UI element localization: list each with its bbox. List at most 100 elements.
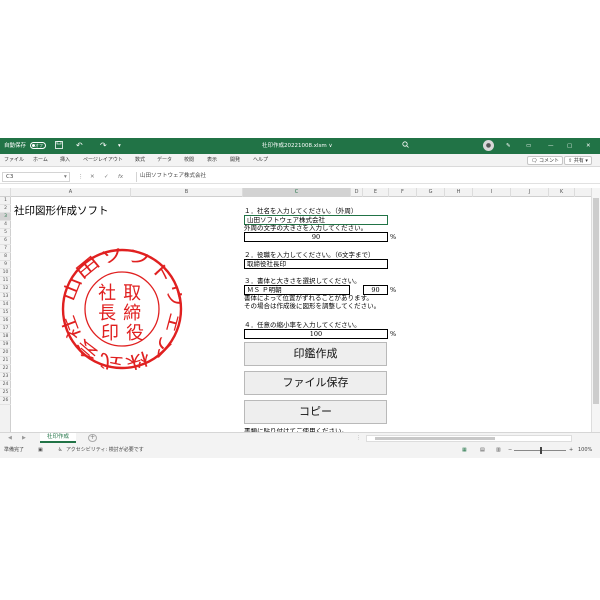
- namebox-dropdown-icon[interactable]: ▾: [64, 173, 67, 181]
- tab-page-layout[interactable]: ページレイアウト: [83, 157, 123, 164]
- horizontal-scroll-thumb[interactable]: [375, 437, 495, 440]
- column-header-c[interactable]: C: [243, 188, 351, 197]
- undo-icon[interactable]: ↶: [76, 141, 83, 151]
- comment-button[interactable]: 🗨 コメント: [527, 156, 563, 165]
- percent-unit: %: [390, 330, 397, 338]
- name-box[interactable]: C3: [2, 172, 70, 182]
- close-icon[interactable]: ✕: [586, 141, 591, 151]
- ribbon-display-icon[interactable]: ▭: [526, 141, 531, 151]
- row-header[interactable]: 5: [0, 229, 11, 237]
- zoom-in-icon[interactable]: +: [569, 447, 573, 454]
- pen-icon[interactable]: ✎: [506, 141, 511, 151]
- page-layout-view-icon[interactable]: ▤: [480, 447, 485, 454]
- font-note-1: 書体によって位置がずれることがあります。: [244, 294, 373, 302]
- row-header[interactable]: 21: [0, 357, 11, 365]
- tab-insert[interactable]: 挿入: [60, 157, 70, 164]
- column-header-e[interactable]: E: [363, 188, 389, 197]
- row-header[interactable]: 26: [0, 397, 11, 405]
- zoom-slider-knob[interactable]: [540, 447, 542, 454]
- add-sheet-button[interactable]: +: [88, 434, 97, 442]
- tab-home[interactable]: ホーム: [33, 157, 48, 164]
- customize-qat-icon[interactable]: ▾: [118, 141, 121, 151]
- column-header-i[interactable]: I: [473, 188, 511, 197]
- redo-icon[interactable]: ↷: [100, 141, 107, 151]
- row-header[interactable]: 10: [0, 269, 11, 277]
- row-header[interactable]: 15: [0, 309, 11, 317]
- macro-record-icon[interactable]: ▣: [38, 447, 43, 454]
- row-header[interactable]: 18: [0, 333, 11, 341]
- normal-view-icon[interactable]: ▦: [462, 447, 467, 454]
- create-seal-button[interactable]: 印鑑作成: [244, 342, 387, 366]
- zoom-out-icon[interactable]: −: [508, 447, 512, 454]
- row-header[interactable]: 1: [0, 197, 11, 205]
- tab-split-handle[interactable]: ⋮: [356, 435, 361, 442]
- row-header[interactable]: 6: [0, 237, 11, 245]
- sheet-next-icon[interactable]: ▶: [22, 435, 26, 442]
- row-header[interactable]: 19: [0, 341, 11, 349]
- accessibility-status[interactable]: アクセシビリティ: 検討が必要です: [66, 447, 144, 454]
- column-header-k[interactable]: K: [549, 188, 575, 197]
- row-header[interactable]: 11: [0, 277, 11, 285]
- horizontal-scrollbar[interactable]: [366, 435, 572, 442]
- tab-help[interactable]: ヘルプ: [253, 157, 268, 164]
- copy-button[interactable]: コピー: [244, 400, 387, 424]
- save-file-button[interactable]: ファイル保存: [244, 371, 387, 395]
- column-header-a[interactable]: A: [11, 188, 131, 197]
- confirm-icon[interactable]: ✓: [104, 173, 109, 181]
- cancel-icon[interactable]: ✕: [90, 173, 95, 181]
- maximize-icon[interactable]: ▢: [567, 141, 572, 151]
- minimize-icon[interactable]: —: [548, 141, 554, 151]
- tab-file[interactable]: ファイル: [4, 157, 24, 164]
- column-header-j[interactable]: J: [511, 188, 549, 197]
- vertical-scrollbar[interactable]: [591, 188, 600, 458]
- seal-outer-text: 山田ソフトウェア株式会社: [61, 248, 183, 370]
- column-header-d[interactable]: D: [351, 188, 363, 197]
- save-icon[interactable]: [55, 141, 63, 151]
- autosave-toggle[interactable]: オフ: [30, 142, 46, 149]
- tab-data[interactable]: データ: [157, 157, 172, 164]
- row-header[interactable]: 16: [0, 317, 11, 325]
- worksheet-grid[interactable]: 社印図形作成ソフト 山田ソフトウェア株式会社 取 締 役 社 長 印: [11, 197, 591, 458]
- row-header[interactable]: 17: [0, 325, 11, 333]
- tab-formulas[interactable]: 数式: [135, 157, 145, 164]
- row-header[interactable]: 22: [0, 365, 11, 373]
- seal-inner-ring: [84, 271, 160, 347]
- row-header[interactable]: 25: [0, 389, 11, 397]
- insert-function-icon[interactable]: fx: [118, 173, 123, 181]
- scale-input[interactable]: 100: [244, 329, 388, 339]
- row-header[interactable]: 8: [0, 253, 11, 261]
- row-header[interactable]: 4: [0, 221, 11, 229]
- row-header[interactable]: 23: [0, 373, 11, 381]
- select-all-corner[interactable]: [0, 188, 11, 197]
- zoom-level[interactable]: 100%: [578, 447, 592, 454]
- page-break-view-icon[interactable]: ▥: [496, 447, 501, 454]
- row-header[interactable]: 9: [0, 261, 11, 269]
- tab-developer[interactable]: 開発: [230, 157, 240, 164]
- column-header-f[interactable]: F: [389, 188, 417, 197]
- column-header-h[interactable]: H: [445, 188, 473, 197]
- outer-text-size-input[interactable]: 90: [244, 232, 388, 242]
- row-header[interactable]: 14: [0, 301, 11, 309]
- file-title[interactable]: 社印作成20221008.xlsm ∨: [262, 141, 333, 151]
- row-header[interactable]: 12: [0, 285, 11, 293]
- column-header-g[interactable]: G: [417, 188, 445, 197]
- share-button[interactable]: ⇪ 共有 ▾: [564, 156, 592, 165]
- sheet-tab-active[interactable]: 社印作成: [40, 433, 76, 443]
- vertical-scroll-thumb[interactable]: [593, 198, 599, 404]
- tab-review[interactable]: 校閲: [184, 157, 194, 164]
- formula-input[interactable]: 山田ソフトウェア株式会社: [136, 172, 598, 182]
- row-header[interactable]: 7: [0, 245, 11, 253]
- search-icon[interactable]: [402, 141, 409, 151]
- row-header[interactable]: 20: [0, 349, 11, 357]
- row-header[interactable]: 24: [0, 381, 11, 389]
- row-header[interactable]: 3: [0, 213, 11, 221]
- company-seal-image[interactable]: 山田ソフトウェア株式会社 取 締 役 社 長 印: [61, 248, 183, 370]
- column-header-b[interactable]: B: [131, 188, 243, 197]
- title-input[interactable]: 取締役社長印: [244, 259, 388, 269]
- row-header[interactable]: 2: [0, 205, 11, 213]
- sheet-prev-icon[interactable]: ◀: [8, 435, 12, 442]
- tab-view[interactable]: 表示: [207, 157, 217, 164]
- excel-window: 自動保存 オフ ↶ ↷ ▾ 社印作成20221008.xlsm ∨ ● ✎ ▭ …: [0, 138, 600, 458]
- row-header[interactable]: 13: [0, 293, 11, 301]
- user-avatar[interactable]: ●: [483, 140, 494, 151]
